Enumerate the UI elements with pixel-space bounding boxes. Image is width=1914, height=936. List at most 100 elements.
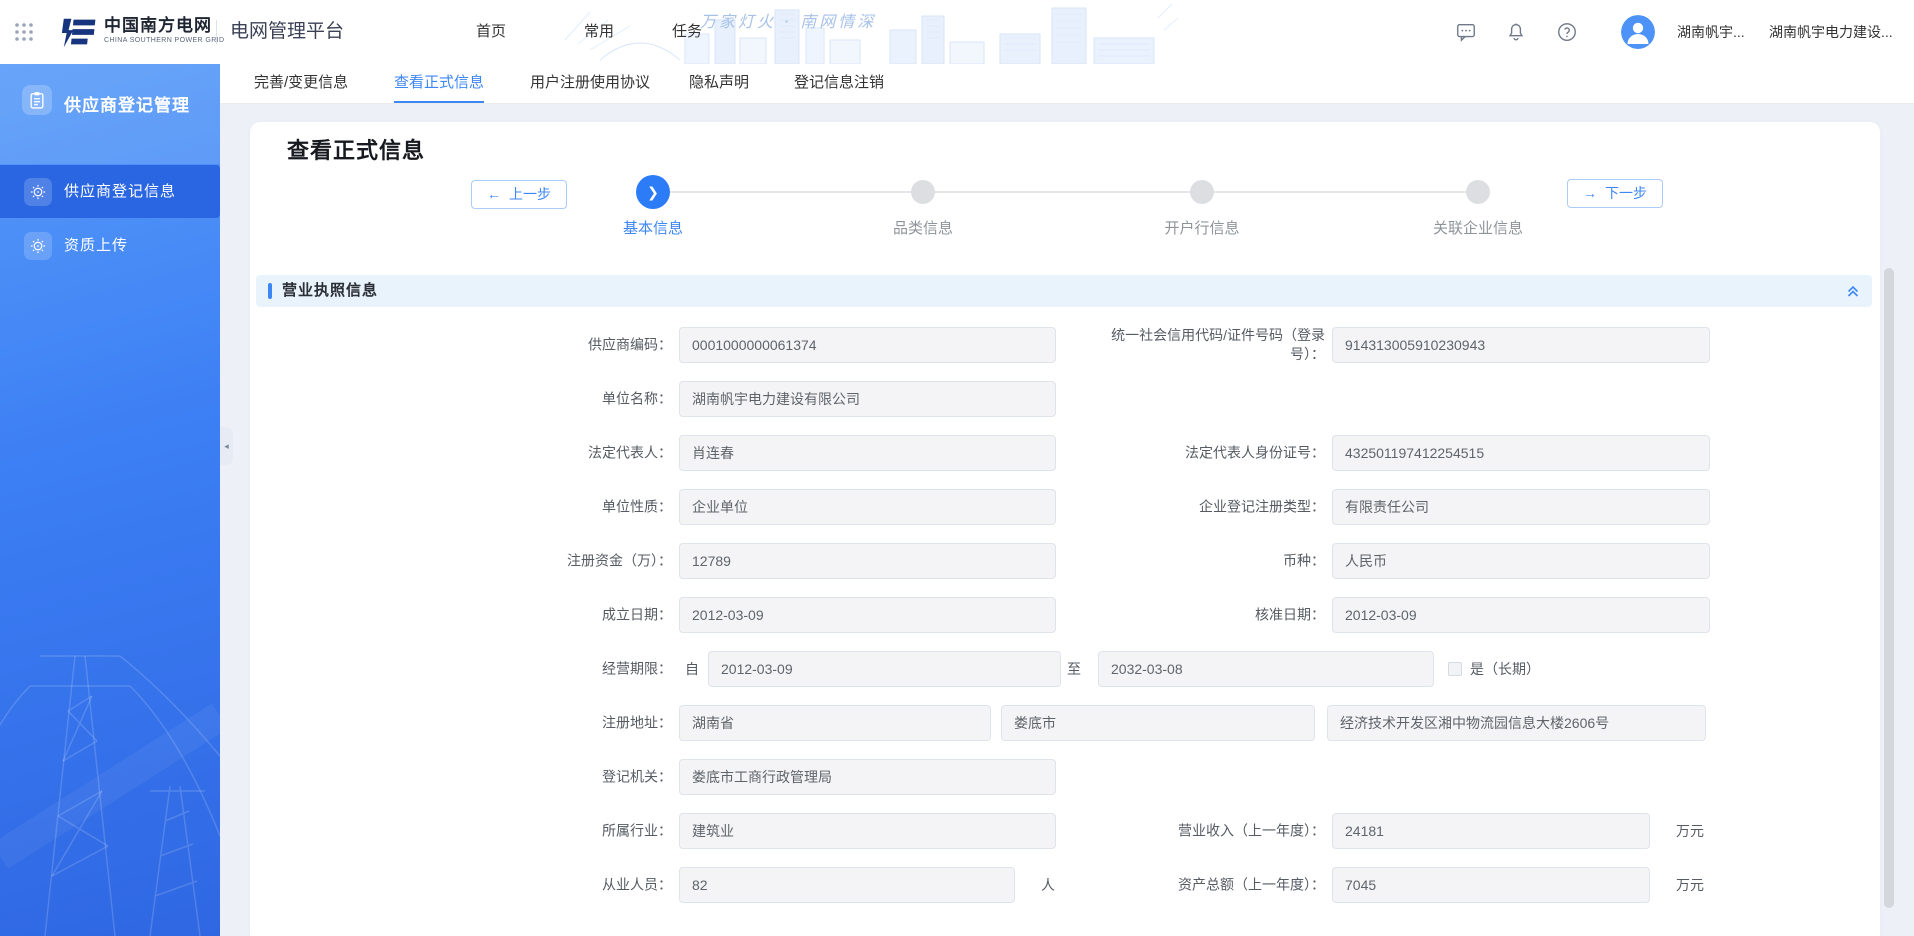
section-business-license: 营业执照信息: [256, 275, 1872, 307]
slogan-text: 万家灯火 · 南网情深: [700, 8, 876, 32]
legal-rep-id-label: 法定代表人身份证号：: [1085, 444, 1325, 463]
form-row: 单位性质： 企业单位 企业登记注册类型： 有限责任公司: [250, 489, 1880, 543]
legal-rep-input[interactable]: 肖连春: [679, 435, 1056, 471]
brand-block: 中国南方电网 CHINA SOUTHERN POWER GRID: [104, 16, 224, 45]
page-title: 查看正式信息: [287, 133, 425, 165]
content-card: 查看正式信息 ←上一步 →下一步 ❯ 基本信息 品类信息 开户行信息 关联企业信…: [250, 122, 1880, 936]
establish-date-input[interactable]: 2012-03-09: [679, 597, 1056, 633]
brand-name-en: CHINA SOUTHERN POWER GRID: [104, 36, 224, 45]
step-label-bank-info: 开户行信息: [1122, 217, 1282, 238]
reg-capital-label: 注册资金（万）：: [250, 552, 672, 571]
sidebar-item-label: 供应商登记信息: [64, 165, 176, 218]
revenue-label: 营业收入（上一年度）：: [1085, 822, 1325, 841]
step-label-basic-info: 基本信息: [573, 217, 733, 238]
employees-input[interactable]: 82: [679, 867, 1015, 903]
legal-rep-id-input[interactable]: 432501197412254515: [1332, 435, 1710, 471]
step-category-info-dot[interactable]: [911, 180, 935, 204]
section-marker: [268, 283, 272, 299]
term-to-label: 至: [1067, 651, 1081, 687]
help-icon[interactable]: [1556, 21, 1578, 43]
form-row-reg-address: 注册地址： 湖南省 娄底市 经济技术开发区湘中物流园信息大楼2606号: [250, 705, 1880, 759]
business-term-label: 经营期限：: [250, 660, 672, 679]
step-label-related-enterprise: 关联企业信息: [1398, 217, 1558, 238]
establish-date-label: 成立日期：: [250, 606, 672, 625]
message-icon[interactable]: [1455, 21, 1477, 43]
form-row: 成立日期： 2012-03-09 核准日期： 2012-03-09: [250, 597, 1880, 651]
reg-capital-input[interactable]: 12789: [679, 543, 1056, 579]
user-avatar[interactable]: [1621, 15, 1655, 49]
assets-input[interactable]: 7045: [1332, 867, 1650, 903]
reg-type-label: 企业登记注册类型：: [1085, 498, 1325, 517]
long-term-checkbox[interactable]: [1448, 662, 1462, 676]
tab-update-info[interactable]: 完善/变更信息: [254, 64, 348, 101]
step-bank-info-dot[interactable]: [1190, 180, 1214, 204]
notification-bell-icon[interactable]: [1505, 21, 1527, 43]
supplier-code-input[interactable]: 0001000000061374: [679, 327, 1056, 363]
app-window: 中国南方电网 CHINA SOUTHERN POWER GRID 电网管理平台 …: [0, 0, 1914, 936]
currency-input[interactable]: 人民币: [1332, 543, 1710, 579]
company-name-input[interactable]: 湖南帆宇电力建设有限公司: [679, 381, 1056, 417]
sidebar-module-supplier-registration[interactable]: 供应商登记管理: [0, 64, 220, 164]
reg-type-input[interactable]: 有限责任公司: [1332, 489, 1710, 525]
employees-unit: 人: [1041, 867, 1055, 903]
sidebar-item-label: 资质上传: [64, 223, 128, 269]
arrow-left-icon: ←: [487, 186, 501, 202]
tab-privacy-statement[interactable]: 隐私声明: [689, 64, 749, 101]
step-label-category-info: 品类信息: [843, 217, 1003, 238]
reg-authority-label: 登记机关：: [250, 768, 672, 787]
app-launcher-icon[interactable]: [14, 22, 34, 42]
nav-tasks[interactable]: 任务: [672, 0, 702, 64]
sidebar-item-supplier-registration-info[interactable]: 供应商登记信息: [0, 165, 220, 218]
prev-step-button[interactable]: ←上一步: [471, 180, 567, 209]
industry-input[interactable]: 建筑业: [679, 813, 1056, 849]
form-row: 法定代表人： 肖连春 法定代表人身份证号： 432501197412254515: [250, 435, 1880, 489]
reg-address-province-input[interactable]: 湖南省: [679, 705, 991, 741]
term-from-input[interactable]: 2012-03-09: [708, 651, 1061, 687]
user-name[interactable]: 湖南帆宇...: [1677, 0, 1745, 64]
clipboard-icon: [22, 85, 52, 115]
collapse-section-icon[interactable]: [1846, 284, 1860, 298]
tab-deregistration[interactable]: 登记信息注销: [794, 64, 884, 101]
revenue-input[interactable]: 24181: [1332, 813, 1650, 849]
credit-code-label: 统一社会信用代码/证件号码（登录号）：: [1085, 326, 1325, 364]
industry-label: 所属行业：: [250, 822, 672, 841]
form-row: 供应商编码： 0001000000061374 统一社会信用代码/证件号码（登录…: [250, 327, 1880, 381]
nav-common[interactable]: 常用: [584, 0, 614, 64]
sidebar-module-label: 供应商登记管理: [64, 91, 190, 116]
company-name[interactable]: 湖南帆宇电力建设...: [1769, 0, 1893, 64]
top-header: 中国南方电网 CHINA SOUTHERN POWER GRID 电网管理平台 …: [0, 0, 1914, 64]
arrow-right-icon: →: [1583, 185, 1597, 201]
business-license-form: 供应商编码： 0001000000061374 统一社会信用代码/证件号码（登录…: [250, 327, 1880, 921]
reg-authority-input[interactable]: 娄底市工商行政管理局: [679, 759, 1056, 795]
form-row-business-term: 经营期限： 自 2012-03-09 至 2032-03-08 是（长期）: [250, 651, 1880, 705]
reg-address-city-input[interactable]: 娄底市: [1001, 705, 1315, 741]
tab-user-agreement[interactable]: 用户注册使用协议: [530, 64, 650, 101]
tab-bar: 完善/变更信息 查看正式信息 用户注册使用协议 隐私声明 登记信息注销: [220, 64, 1914, 104]
approval-date-label: 核准日期：: [1085, 606, 1325, 625]
sidebar-collapse-handle[interactable]: ◂: [220, 427, 233, 465]
tab-view-official-info[interactable]: 查看正式信息: [394, 64, 484, 103]
gear-icon: [24, 178, 52, 206]
sidebar-item-qualification-upload[interactable]: 资质上传: [0, 223, 220, 269]
sidebar: 供应商登记管理 供应商登记信息 资质上传: [0, 64, 220, 936]
term-to-input[interactable]: 2032-03-08: [1098, 651, 1434, 687]
approval-date-input[interactable]: 2012-03-09: [1332, 597, 1710, 633]
step-basic-info-dot[interactable]: ❯: [636, 175, 670, 209]
form-row: 所属行业： 建筑业 营业收入（上一年度）： 24181 万元: [250, 813, 1880, 867]
platform-title: 电网管理平台: [230, 0, 344, 64]
csg-logo: [60, 13, 98, 51]
unit-nature-label: 单位性质：: [250, 498, 672, 517]
gear-icon: [24, 232, 52, 260]
stepper-line: [670, 191, 1466, 193]
transmission-tower-art: [0, 536, 220, 936]
unit-nature-input[interactable]: 企业单位: [679, 489, 1056, 525]
step-related-enterprise-dot[interactable]: [1466, 180, 1490, 204]
revenue-unit: 万元: [1676, 813, 1704, 849]
reg-address-detail-input[interactable]: 经济技术开发区湘中物流园信息大楼2606号: [1327, 705, 1706, 741]
nav-home[interactable]: 首页: [476, 0, 506, 64]
credit-code-input[interactable]: 914313005910230943: [1332, 327, 1710, 363]
vertical-scrollbar-thumb[interactable]: [1884, 268, 1894, 908]
section-title: 营业执照信息: [282, 275, 378, 307]
assets-unit: 万元: [1676, 867, 1704, 903]
next-step-button[interactable]: →下一步: [1567, 179, 1663, 208]
